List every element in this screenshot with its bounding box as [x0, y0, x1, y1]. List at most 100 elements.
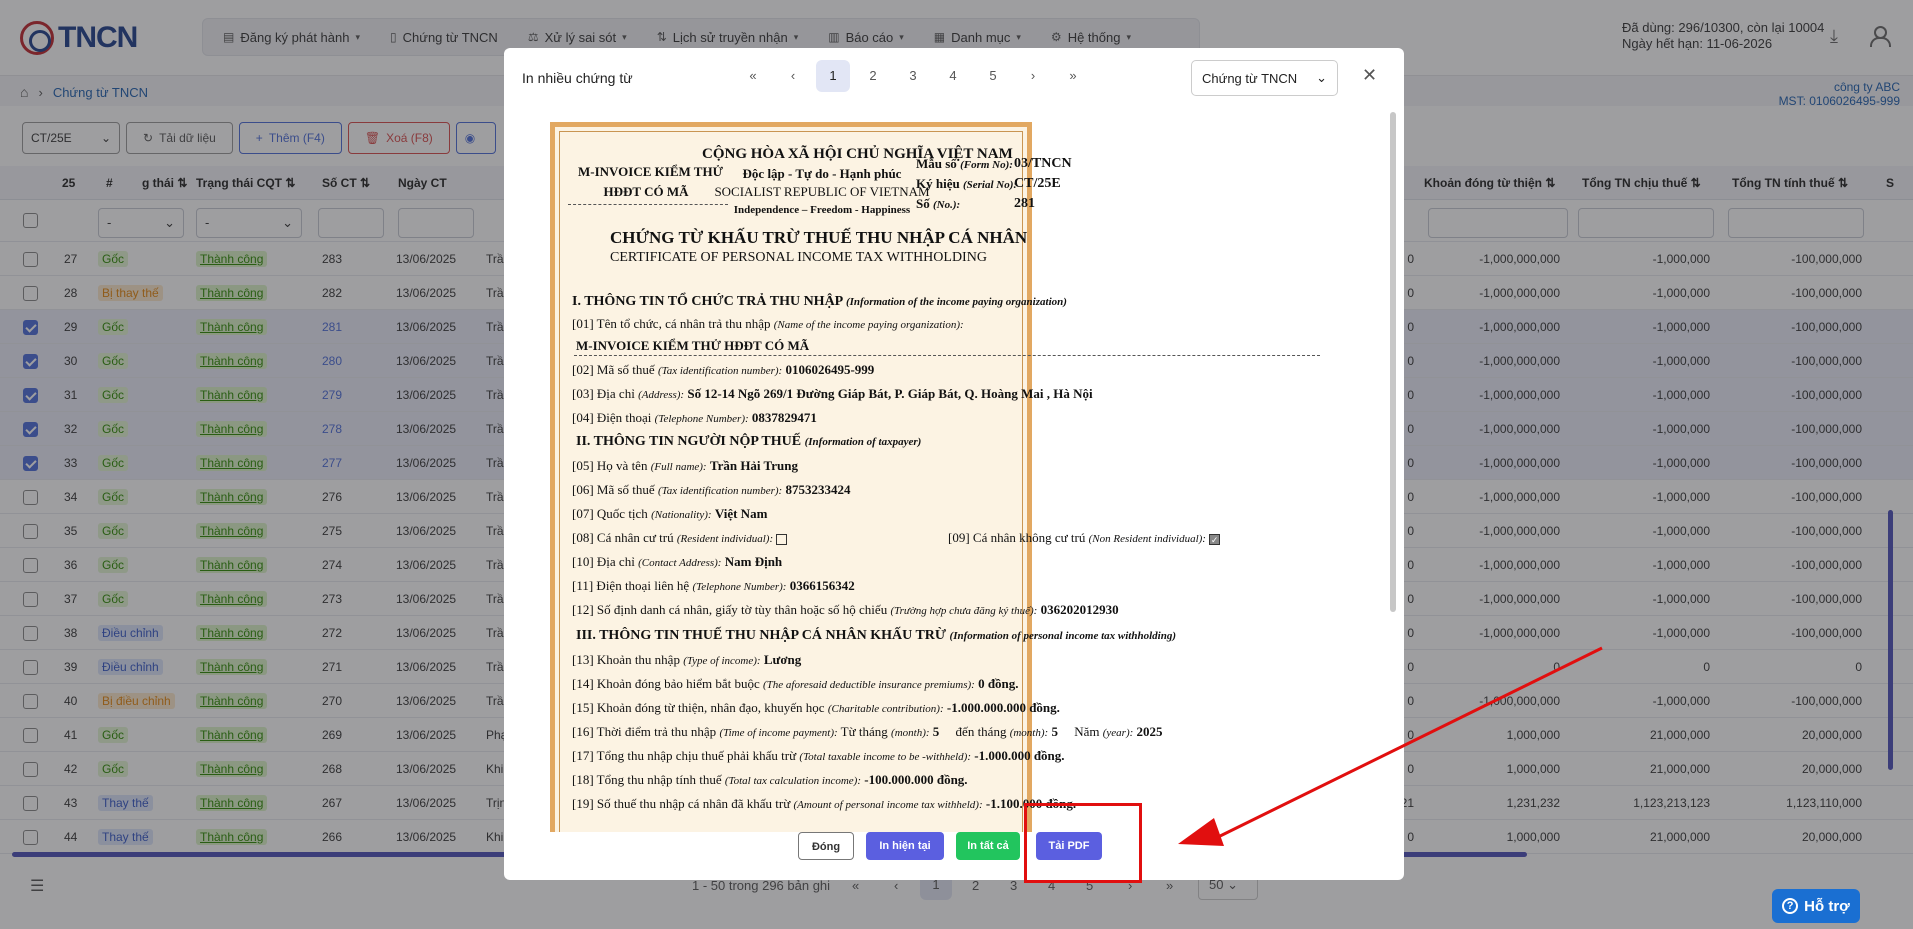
close-button[interactable]: Đóng: [798, 832, 854, 860]
doc-number: Số (No.):: [916, 196, 960, 212]
print-all-button[interactable]: In tất cả: [956, 832, 1020, 860]
highlight-box: [1024, 803, 1142, 883]
doc-serial: Ký hiệu (Serial No):: [916, 176, 1017, 192]
doc-f05-en: (Full name):: [650, 461, 707, 473]
help-button[interactable]: ? Hỗ trợ: [1772, 889, 1860, 923]
arrow-head: [1178, 818, 1224, 846]
doc-f10-en: (Contact Address):: [638, 557, 722, 569]
doc-s2-title: II. THÔNG TIN NGƯỜI NỘP THUẾ: [576, 434, 802, 449]
doc-f11: [11] Điện thoại liên hệ (Telephone Numbe…: [572, 578, 855, 594]
doc-f08: [08] Cá nhân cư trú (Resident individual…: [572, 530, 788, 546]
doc-f01-value: M-INVOICE KIỂM THỬ HĐĐT CÓ MÃ: [576, 338, 810, 353]
doc-f09-en: (Non Resident individual):: [1088, 533, 1206, 545]
doc-f14: [14] Khoản đóng bảo hiểm bắt buộc (The a…: [572, 676, 1019, 692]
doc-title-en: CERTIFICATE OF PERSONAL INCOME TAX WITHH…: [610, 250, 987, 265]
doc-f06-value: 8753233424: [785, 482, 851, 497]
doc-f05-value: Trần Hải Trung: [709, 458, 798, 473]
close-icon[interactable]: ✕: [1362, 65, 1377, 86]
doc-no-label: Số: [916, 196, 930, 211]
modal-page-2[interactable]: 2: [856, 60, 890, 92]
doc-s1-title: I. THÔNG TIN TỔ CHỨC TRẢ THU NHẬP: [572, 294, 843, 309]
doc-f16-en: (Time of income payment):: [719, 727, 838, 739]
resident-checkbox: [776, 533, 788, 545]
doc-f08-en: (Resident individual):: [676, 533, 774, 545]
document-type-select[interactable]: Chứng từ TNCN ⌄: [1191, 60, 1338, 96]
doc-f15-en: (Charitable contribution):: [827, 703, 944, 715]
doc-divider: [574, 355, 1320, 356]
doc-nation1: CỘNG HÒA XÃ HỘI CHỦ NGHĨA VIỆT NAM: [702, 146, 1013, 162]
doc-f13: [13] Khoản thu nhập (Type of income): Lư…: [572, 652, 801, 668]
doc-f03-en: (Address):: [638, 389, 685, 401]
doc-form-label: Mẫu số: [916, 156, 957, 171]
doc-f17: [17] Tổng thu nhập chịu thuế phải khấu t…: [572, 748, 1065, 764]
doc-f15-value: -1.000.000.000 đồng.: [946, 700, 1060, 715]
doc-f04: [04] Điện thoại (Telephone Number): 0837…: [572, 410, 817, 426]
doc-f03: [03] Địa chỉ (Address): Số 12-14 Ngõ 269…: [572, 386, 1093, 402]
doc-f03-label: [03] Địa chỉ: [572, 386, 635, 401]
doc-no-en: (No.):: [932, 199, 961, 211]
document-scrollbar[interactable]: [1390, 112, 1396, 612]
doc-nation4: Independence – Freedom - Happiness: [733, 204, 911, 216]
modal-title: In nhiều chứng từ: [522, 70, 633, 86]
doc-nation2: Độc lập - Tự do - Hạnh phúc: [742, 166, 902, 181]
doc-s3-title: III. THÔNG TIN THUẾ THU NHẬP CÁ NHÂN KHẤ…: [576, 628, 947, 643]
doc-form-no: Mẫu số (Form No):: [916, 156, 1013, 172]
doc-f11-value: 0366156342: [789, 578, 855, 593]
question-icon: ?: [1782, 898, 1799, 914]
doc-f17-label: [17] Tổng thu nhập chịu thuế phải khấu t…: [572, 748, 797, 763]
modal-next-page[interactable]: ›: [1016, 60, 1050, 92]
modal-page-1[interactable]: 1: [816, 60, 850, 92]
doc-f10-value: Nam Định: [724, 554, 783, 569]
doc-no-value: 281: [1014, 196, 1035, 211]
doc-f13-value: Lương: [763, 652, 802, 667]
doc-f05-label: [05] Họ và tên: [572, 458, 648, 473]
doc-f14-en: (The aforesaid deductible insurance prem…: [762, 679, 975, 691]
doc-f10-label: [10] Địa chỉ: [572, 554, 635, 569]
doc-f02-en: (Tax identification number):: [657, 365, 783, 377]
modal-last-page[interactable]: »: [1056, 60, 1090, 92]
doc-serial-en: (Serial No):: [962, 179, 1018, 191]
doc-f19-label: [19] Số thuế thu nhập cá nhân đã khấu tr…: [572, 796, 791, 811]
doc-f18: [18] Tổng thu nhập tính thuế (Total tax …: [572, 772, 968, 788]
doc-f17-en: (Total taxable income to be -withheld):: [799, 751, 971, 763]
doc-f16-year-en: (year):: [1102, 727, 1134, 739]
doc-f16-month-en: (month):: [891, 727, 930, 739]
modal-page-3[interactable]: 3: [896, 60, 930, 92]
document-type-value: Chứng từ TNCN: [1202, 70, 1298, 86]
doc-f16: [16] Thời điểm trả thu nhập (Time of inc…: [572, 724, 1163, 740]
doc-f06-label: [06] Mã số thuế: [572, 482, 655, 497]
doc-f16-year: Năm: [1074, 724, 1100, 739]
doc-f04-value: 0837829471: [751, 410, 817, 425]
doc-f16-to-value: 5: [1051, 724, 1058, 739]
doc-f18-en: (Total tax calculation income):: [724, 775, 862, 787]
doc-f01-en: (Name of the income paying organization)…: [773, 319, 964, 331]
doc-f15-label: [15] Khoản đóng từ thiện, nhân đạo, khuy…: [572, 700, 825, 715]
modal-page-4[interactable]: 4: [936, 60, 970, 92]
doc-f12-label: [12] Số định danh cá nhân, giấy tờ tùy t…: [572, 602, 888, 617]
arrow-line: [1211, 646, 1603, 842]
doc-f04-en: (Telephone Number):: [654, 413, 749, 425]
doc-f09: [09] Cá nhân không cư trú (Non Resident …: [948, 530, 1221, 546]
print-current-button[interactable]: In hiện tại: [866, 832, 944, 860]
doc-org-line2: HĐĐT CÓ MÃ: [603, 184, 689, 199]
doc-serial-value: CT/25E: [1014, 176, 1061, 191]
modal-prev-page[interactable]: ‹: [776, 60, 810, 92]
doc-form-en: (Form No):: [960, 159, 1013, 171]
doc-f15: [15] Khoản đóng từ thiện, nhân đạo, khuy…: [572, 700, 1060, 716]
doc-f14-label: [14] Khoản đóng bảo hiểm bắt buộc: [572, 676, 760, 691]
doc-s3-en: (Information of personal income tax with…: [949, 630, 1176, 642]
doc-f10: [10] Địa chỉ (Contact Address): Nam Định: [572, 554, 782, 570]
doc-f05: [05] Họ và tên (Full name): Trần Hải Tru…: [572, 458, 798, 474]
doc-f11-en: (Telephone Number):: [692, 581, 787, 593]
doc-f06: [06] Mã số thuế (Tax identification numb…: [572, 482, 850, 498]
modal-page-5[interactable]: 5: [976, 60, 1010, 92]
doc-f12-en: (Trường hợp chưa đăng ký thuế):: [890, 605, 1038, 617]
doc-f03-value: Số 12-14 Ngõ 269/1 Đường Giáp Bát, P. Gi…: [687, 386, 1093, 401]
doc-s1-en: (Information of the income paying organi…: [845, 296, 1067, 308]
doc-f18-value: -100.000.000 đồng.: [864, 772, 968, 787]
doc-f02-value: 0106026495-999: [785, 362, 875, 377]
modal-first-page[interactable]: «: [736, 60, 770, 92]
doc-org-line1: M-INVOICE KIỂM THỬ: [578, 164, 723, 179]
modal-pagination: « ‹ 1 2 3 4 5 › »: [736, 60, 1090, 92]
doc-nation3: SOCIALIST REPUBLIC OF VIETNAM: [714, 184, 930, 199]
